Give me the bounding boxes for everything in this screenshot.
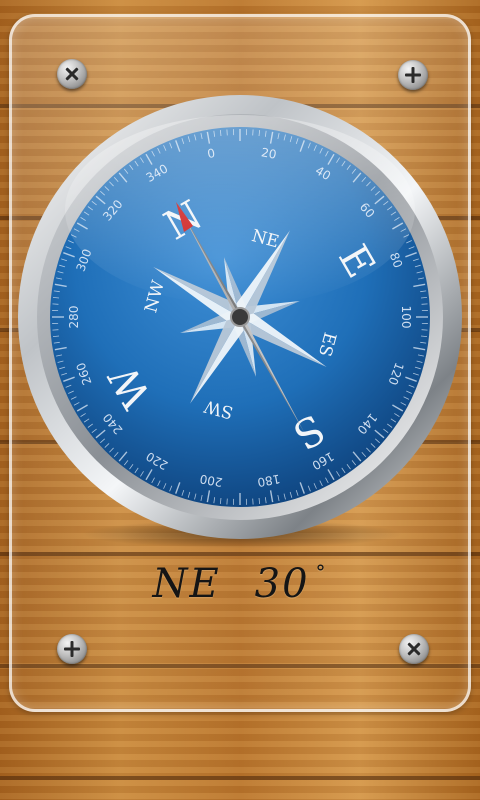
degree-label: 280 — [67, 306, 81, 329]
dial-gloss — [65, 115, 415, 305]
heading-degrees: 30 — [254, 561, 310, 607]
degree-symbol: ° — [315, 560, 328, 584]
degree-label: 100 — [399, 306, 413, 329]
needle-pivot — [230, 307, 250, 327]
compass[interactable]: 0204060801001201401601802002202402602803… — [0, 0, 480, 800]
heading-readout: NE 30 ° — [0, 560, 480, 607]
heading-direction: NE — [152, 561, 221, 607]
